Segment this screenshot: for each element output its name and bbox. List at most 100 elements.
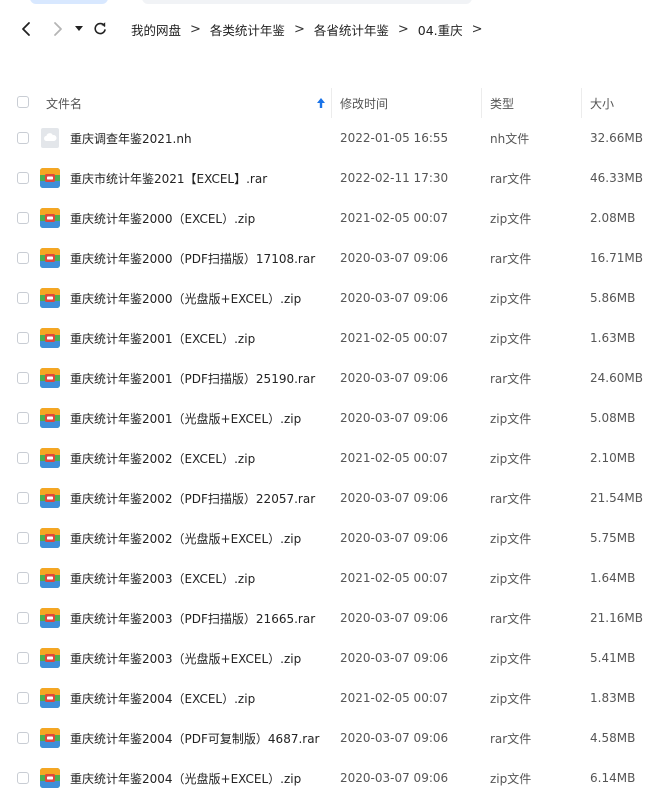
file-size: 5.08MB — [590, 411, 636, 425]
breadcrumb-separator-icon: > — [293, 21, 305, 37]
file-size: 4.58MB — [590, 731, 636, 745]
refresh-button[interactable] — [91, 16, 109, 42]
file-type: zip文件 — [490, 771, 532, 786]
chevron-right-icon — [54, 22, 62, 36]
file-size: 21.16MB — [590, 611, 643, 625]
file-name: 重庆统计年鉴2003（EXCEL）.zip — [70, 571, 256, 586]
row-checkbox[interactable] — [17, 212, 29, 224]
file-size: 2.10MB — [590, 451, 636, 465]
column-divider[interactable] — [581, 88, 582, 118]
archive-icon — [40, 208, 60, 228]
file-modified-time: 2020-03-07 09:06 — [340, 291, 449, 305]
column-divider[interactable] — [481, 88, 482, 118]
column-divider[interactable] — [331, 88, 332, 118]
back-button[interactable] — [16, 16, 36, 42]
row-checkbox[interactable] — [17, 572, 29, 584]
table-row[interactable]: 重庆统计年鉴2001（PDF扫描版）25190.rar 2020-03-07 09… — [0, 358, 654, 398]
breadcrumb-item-current[interactable]: 04.重庆 — [418, 20, 463, 39]
archive-icon — [40, 648, 60, 668]
file-type: rar文件 — [490, 251, 532, 266]
file-modified-time: 2021-02-05 00:07 — [340, 331, 449, 345]
row-checkbox[interactable] — [17, 692, 29, 704]
table-row[interactable]: 重庆统计年鉴2003（EXCEL）.zip 2021-02-05 00:07 zip… — [0, 558, 654, 598]
file-modified-time: 2020-03-07 09:06 — [340, 731, 449, 745]
file-size: 24.60MB — [590, 371, 643, 385]
table-row[interactable]: 重庆调查年鉴2021.nh 2022-01-05 16:55 nh文件 32.66MB — [0, 118, 654, 158]
file-modified-time: 2021-02-05 00:07 — [340, 571, 449, 585]
file-size: 46.33MB — [590, 171, 643, 185]
row-checkbox[interactable] — [17, 372, 29, 384]
row-checkbox[interactable] — [17, 452, 29, 464]
forward-button[interactable] — [48, 16, 68, 42]
select-all-checkbox[interactable] — [17, 96, 29, 108]
table-row[interactable]: 重庆统计年鉴2002（光盘版+EXCEL）.zip 2020-03-07 09:0… — [0, 518, 654, 558]
file-type: zip文件 — [490, 651, 532, 666]
file-size: 1.64MB — [590, 571, 636, 585]
history-dropdown-button[interactable] — [72, 16, 86, 42]
file-modified-time: 2020-03-07 09:06 — [340, 611, 449, 625]
table-row[interactable]: 重庆统计年鉴2004（EXCEL）.zip 2021-02-05 00:07 zip… — [0, 678, 654, 718]
file-type: zip文件 — [490, 291, 532, 306]
column-header-modified[interactable]: 修改时间 — [340, 88, 388, 118]
table-row[interactable]: 重庆统计年鉴2000（PDF扫描版）17108.rar 2020-03-07 09… — [0, 238, 654, 278]
file-type: zip文件 — [490, 211, 532, 226]
table-row[interactable]: 重庆统计年鉴2002（PDF扫描版）22057.rar 2020-03-07 09… — [0, 478, 654, 518]
file-name: 重庆统计年鉴2000（PDF扫描版）17108.rar — [70, 251, 316, 266]
row-checkbox[interactable] — [17, 612, 29, 624]
row-checkbox[interactable] — [17, 132, 29, 144]
file-name: 重庆市统计年鉴2021【EXCEL】.rar — [70, 171, 268, 186]
archive-icon — [40, 728, 60, 748]
chevron-left-icon — [22, 22, 30, 36]
table-row[interactable]: 重庆统计年鉴2004（PDF可复制版）4687.rar 2020-03-07 09… — [0, 718, 654, 758]
archive-icon — [40, 768, 60, 788]
top-toolbar-search-partial[interactable] — [142, 0, 472, 4]
file-name: 重庆统计年鉴2001（光盘版+EXCEL）.zip — [70, 411, 302, 426]
file-name: 重庆统计年鉴2002（PDF扫描版）22057.rar — [70, 491, 316, 506]
breadcrumb-item[interactable]: 各类统计年鉴 — [210, 20, 285, 39]
file-name: 重庆统计年鉴2000（光盘版+EXCEL）.zip — [70, 291, 302, 306]
file-size: 5.75MB — [590, 531, 636, 545]
file-modified-time: 2020-03-07 09:06 — [340, 371, 449, 385]
row-checkbox[interactable] — [17, 732, 29, 744]
file-name: 重庆调查年鉴2021.nh — [70, 131, 192, 146]
file-modified-time: 2020-03-07 09:06 — [340, 531, 449, 545]
file-size: 32.66MB — [590, 131, 643, 145]
table-row[interactable]: 重庆统计年鉴2003（光盘版+EXCEL）.zip 2020-03-07 09:0… — [0, 638, 654, 678]
table-row[interactable]: 重庆统计年鉴2001（光盘版+EXCEL）.zip 2020-03-07 09:0… — [0, 398, 654, 438]
row-checkbox[interactable] — [17, 492, 29, 504]
file-modified-time: 2021-02-05 00:07 — [340, 691, 449, 705]
table-row[interactable]: 重庆统计年鉴2000（EXCEL）.zip 2021-02-05 00:07 zip… — [0, 198, 654, 238]
row-checkbox[interactable] — [17, 412, 29, 424]
file-modified-time: 2021-02-05 00:07 — [340, 451, 449, 465]
column-header-type[interactable]: 类型 — [490, 88, 514, 118]
file-type: rar文件 — [490, 491, 532, 506]
row-checkbox[interactable] — [17, 332, 29, 344]
row-checkbox[interactable] — [17, 772, 29, 784]
sort-ascending-icon[interactable] — [316, 97, 326, 109]
table-row[interactable]: 重庆统计年鉴2002（EXCEL）.zip 2021-02-05 00:07 zip… — [0, 438, 654, 478]
row-checkbox[interactable] — [17, 652, 29, 664]
file-type: zip文件 — [490, 531, 532, 546]
file-modified-time: 2021-02-05 00:07 — [340, 211, 449, 225]
file-type: rar文件 — [490, 171, 532, 186]
table-row[interactable]: 重庆统计年鉴2000（光盘版+EXCEL）.zip 2020-03-07 09:0… — [0, 278, 654, 318]
column-header-name[interactable]: 文件名 — [46, 88, 82, 118]
table-row[interactable]: 重庆统计年鉴2004（光盘版+EXCEL）.zip 2020-03-07 09:0… — [0, 758, 654, 798]
row-checkbox[interactable] — [17, 252, 29, 264]
top-toolbar-button-partial[interactable] — [30, 0, 108, 4]
file-size: 5.86MB — [590, 291, 636, 305]
table-row[interactable]: 重庆市统计年鉴2021【EXCEL】.rar 2022-02-11 17:30 ra… — [0, 158, 654, 198]
file-type: nh文件 — [490, 131, 530, 146]
refresh-icon — [94, 22, 106, 35]
file-modified-time: 2020-03-07 09:06 — [340, 771, 449, 785]
table-row[interactable]: 重庆统计年鉴2003（PDF扫描版）21665.rar 2020-03-07 09… — [0, 598, 654, 638]
column-header-size[interactable]: 大小 — [590, 88, 614, 118]
breadcrumb-item[interactable]: 我的网盘 — [131, 20, 181, 39]
row-checkbox[interactable] — [17, 292, 29, 304]
archive-icon — [40, 568, 60, 588]
row-checkbox[interactable] — [17, 532, 29, 544]
row-checkbox[interactable] — [17, 172, 29, 184]
archive-icon — [40, 368, 60, 388]
breadcrumb-item[interactable]: 各省统计年鉴 — [314, 20, 389, 39]
table-row[interactable]: 重庆统计年鉴2001（EXCEL）.zip 2021-02-05 00:07 zip… — [0, 318, 654, 358]
